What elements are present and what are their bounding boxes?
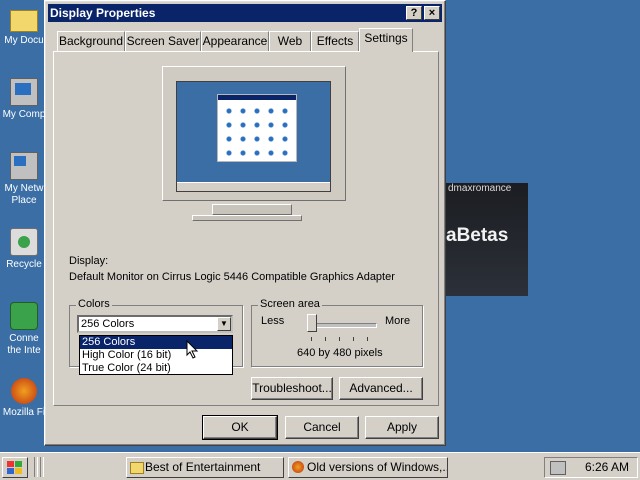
- background-window-text: dmaxromance: [448, 183, 512, 194]
- screen-area-group-label: Screen area: [258, 298, 322, 310]
- slider-less-label: Less: [261, 315, 285, 327]
- desktop-icon-my-computer[interactable]: My Comp: [0, 78, 48, 121]
- preview-taskbar: [177, 182, 330, 191]
- tab-settings[interactable]: Settings: [359, 28, 413, 52]
- folder-icon: [10, 10, 38, 32]
- taskbar-item-label: Old versions of Windows,...: [307, 460, 448, 474]
- network-icon: [10, 152, 38, 180]
- tray-display-icon[interactable]: [550, 461, 566, 475]
- display-properties-dialog: Display Properties ? × Background Screen…: [44, 0, 446, 446]
- colors-option[interactable]: High Color (16 bit): [80, 349, 232, 362]
- tab-background[interactable]: Background: [57, 31, 125, 51]
- screen-area-slider-thumb[interactable]: [307, 314, 317, 332]
- close-button[interactable]: ×: [424, 6, 440, 20]
- monitor-stand: [212, 204, 292, 215]
- desktop-icon-label: Recycle: [6, 259, 42, 270]
- windows-logo-icon: [7, 461, 22, 474]
- display-adapter-text: Default Monitor on Cirrus Logic 5446 Com…: [69, 271, 395, 283]
- taskbar-item-label: Best of Entertainment: [145, 460, 261, 474]
- colors-option[interactable]: True Color (24 bit): [80, 362, 232, 375]
- advanced-button[interactable]: Advanced...: [339, 377, 423, 400]
- slider-more-label: More: [385, 315, 411, 327]
- desktop-icon-label: the Inte: [7, 345, 41, 356]
- computer-icon: [10, 78, 38, 106]
- tab-screen-saver[interactable]: Screen Saver: [125, 31, 201, 51]
- desktop-icon-label: My Netw: [4, 183, 44, 194]
- start-button[interactable]: [2, 457, 28, 478]
- folder-icon: [130, 462, 144, 474]
- taskbar: Best of Entertainment Old versions of Wi…: [0, 452, 640, 480]
- desktop-icon-label: My Comp: [2, 109, 46, 120]
- colors-group-label: Colors: [76, 298, 112, 310]
- desktop-icon-label: Mozilla Fi: [2, 407, 46, 418]
- apply-button[interactable]: Apply: [365, 416, 439, 439]
- taskbar-item-old-versions[interactable]: Old versions of Windows,...: [288, 457, 448, 478]
- screen-area-slider-track[interactable]: [307, 323, 377, 328]
- ok-button[interactable]: OK: [202, 415, 278, 440]
- desktop-icon-network[interactable]: My Netw Place: [0, 152, 48, 207]
- mouse-pointer-icon: [186, 340, 199, 359]
- colors-dropdown-list: 256 Colors High Color (16 bit) True Colo…: [79, 335, 233, 375]
- system-tray: 6:26 AM: [544, 457, 638, 478]
- tab-effects[interactable]: Effects: [311, 31, 359, 51]
- clock[interactable]: 6:26 AM: [585, 458, 629, 477]
- background-window-heading: aBetas: [446, 225, 509, 246]
- tab-web[interactable]: Web: [269, 31, 311, 51]
- desktop-icon-recycle-bin[interactable]: Recycle: [0, 228, 48, 271]
- background-window[interactable]: dmaxromance aBetas: [440, 183, 528, 296]
- monitor-base: [192, 215, 302, 221]
- monitor-preview: [162, 66, 346, 201]
- colors-select-value: 256 Colors: [81, 318, 135, 330]
- cancel-button[interactable]: Cancel: [285, 416, 359, 439]
- mozilla-icon: [11, 378, 37, 404]
- colors-select[interactable]: 256 Colors ▼: [77, 315, 233, 333]
- preview-window: [217, 94, 297, 162]
- taskbar-item-best-of-entertainment[interactable]: Best of Entertainment: [126, 457, 284, 478]
- display-label: Display:: [69, 255, 109, 267]
- desktop-icon-my-documents[interactable]: My Docu: [0, 6, 48, 47]
- connect-internet-icon: [10, 302, 38, 330]
- screen-area-value: 640 by 480 pixels: [297, 347, 383, 359]
- tab-appearance[interactable]: Appearance: [201, 31, 269, 51]
- desktop-icon-label: Place: [11, 195, 37, 206]
- help-button[interactable]: ?: [406, 6, 422, 20]
- dialog-title: Display Properties: [50, 6, 156, 20]
- chevron-down-icon[interactable]: ▼: [217, 317, 231, 331]
- desktop-icon-label: My Docu: [4, 35, 44, 46]
- troubleshoot-button[interactable]: Troubleshoot...: [251, 377, 333, 400]
- desktop-icon-label: Conne: [9, 333, 39, 344]
- title-bar[interactable]: Display Properties ? ×: [48, 4, 442, 22]
- colors-option[interactable]: 256 Colors: [80, 336, 232, 349]
- recycle-bin-icon: [10, 228, 38, 256]
- desktop-icon-connect-internet[interactable]: Conne the Inte: [0, 302, 48, 357]
- browser-icon: [292, 461, 304, 473]
- desktop-icon-mozilla[interactable]: Mozilla Fi: [0, 378, 48, 419]
- monitor-preview-screen: [176, 81, 331, 192]
